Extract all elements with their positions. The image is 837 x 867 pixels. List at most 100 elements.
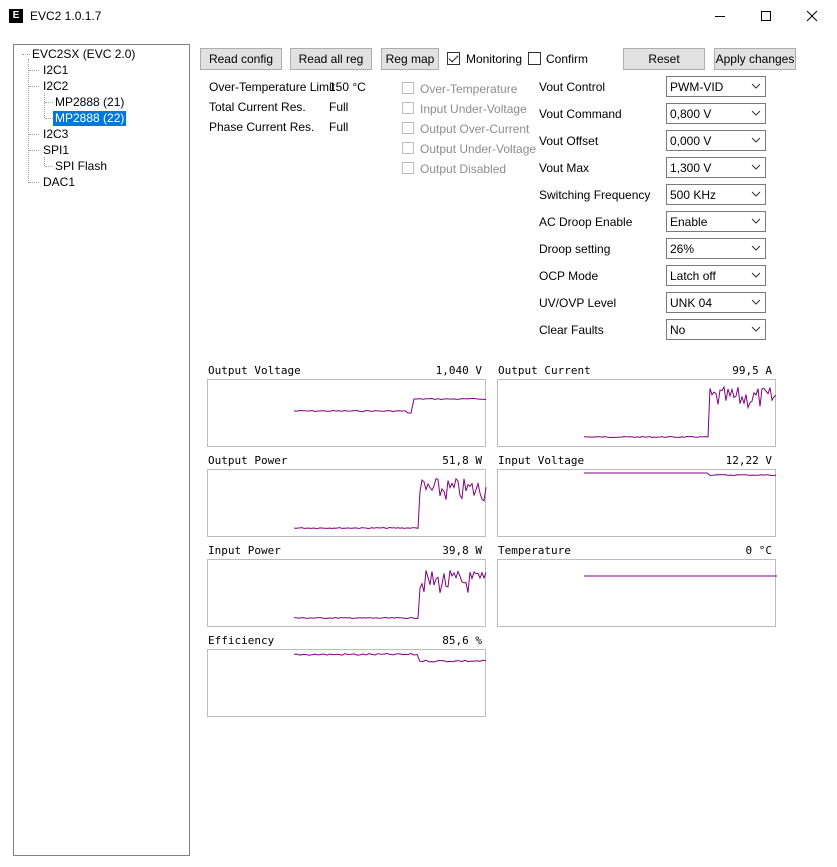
- output-current-graph-value: 99,5 A: [732, 364, 772, 377]
- title-bar: E EVC2 1.0.1.7: [0, 0, 837, 32]
- tree-item-i2c2[interactable]: I2C2: [41, 79, 70, 94]
- vout-command-label: Vout Command: [539, 107, 622, 121]
- ac-droop-enable-label: AC Droop Enable: [539, 215, 633, 229]
- tree-item-spi1[interactable]: SPI1: [41, 143, 71, 158]
- output-voltage-trace: [293, 397, 487, 414]
- input-voltage-graph: [497, 469, 777, 537]
- tree-item-evc2sx[interactable]: EVC2SX (EVC 2.0): [30, 47, 137, 62]
- input-under-voltage-label: Input Under-Voltage: [420, 102, 527, 116]
- minimize-icon: [715, 16, 725, 17]
- tree-connector: [28, 59, 29, 183]
- output-power-graph-value: 51,8 W: [442, 454, 482, 467]
- uv-ovp-level-value: UNK 04: [670, 296, 713, 310]
- switching-frequency-value: 500 KHz: [670, 188, 717, 202]
- uv-ovp-level-select[interactable]: UNK 04: [666, 292, 766, 313]
- tree-item-spi-flash[interactable]: SPI Flash: [53, 159, 109, 174]
- read-config-button[interactable]: Read config: [200, 48, 282, 70]
- info-value: Full: [329, 100, 349, 114]
- tree-item-mp2888-21[interactable]: MP2888 (21): [53, 95, 126, 110]
- chevron-down-icon: [751, 83, 761, 89]
- tree-connector: [45, 102, 53, 103]
- evc2-logo-icon: E: [9, 9, 23, 23]
- output-current-trace: [583, 385, 777, 439]
- droop-setting-label: Droop setting: [539, 242, 611, 256]
- tree-connector: [45, 118, 53, 119]
- output-under-voltage-checkbox: [402, 142, 414, 154]
- chevron-down-icon: [751, 272, 761, 278]
- tree-connector: [29, 182, 39, 183]
- read-all-reg-button[interactable]: Read all reg: [290, 48, 372, 70]
- vout-max-select[interactable]: 1,300 V: [666, 157, 766, 178]
- maximize-icon: [761, 11, 771, 21]
- input-voltage-trace: [584, 472, 777, 477]
- ac-droop-enable-value: Enable: [670, 215, 708, 229]
- input-power-graph: [207, 559, 487, 627]
- reg-map-button[interactable]: Reg map: [381, 48, 439, 70]
- efficiency-graph-canvas: [293, 652, 487, 663]
- output-power-graph-canvas: [293, 477, 487, 530]
- input-voltage-graph-title: Input Voltage: [498, 454, 585, 467]
- device-tree[interactable]: EVC2SX (EVC 2.0) I2C1 I2C2 MP2888 (21) M…: [13, 44, 190, 856]
- chevron-down-icon: [751, 110, 761, 116]
- clear-faults-label: Clear Faults: [539, 323, 604, 337]
- input-power-graph-value: 39,8 W: [442, 544, 482, 557]
- output-over-current-label: Output Over-Current: [420, 122, 530, 136]
- input-power-graph-canvas: [294, 569, 487, 620]
- switching-frequency-select[interactable]: 500 KHz: [666, 184, 766, 205]
- tree-item-mp2888-22[interactable]: MP2888 (22): [53, 111, 127, 126]
- clear-faults-select[interactable]: No: [666, 319, 766, 340]
- temperature-graph-title: Temperature: [498, 544, 571, 557]
- vout-control-value: PWM-VID: [670, 80, 724, 94]
- droop-setting-value: 26%: [670, 242, 695, 256]
- close-icon: [806, 10, 818, 22]
- droop-setting-select[interactable]: 26%: [666, 238, 766, 259]
- chevron-down-icon: [751, 245, 761, 251]
- tree-connector: [45, 166, 53, 167]
- tree-item-dac1[interactable]: DAC1: [41, 175, 77, 190]
- reset-button[interactable]: Reset: [623, 48, 705, 70]
- close-button[interactable]: [789, 0, 835, 32]
- over-temperature-checkbox: [402, 82, 414, 94]
- temperature-graph-canvas: [584, 575, 777, 577]
- chevron-down-icon: [751, 137, 761, 143]
- tree-connector: [44, 93, 45, 118]
- confirm-label: Confirm: [546, 52, 589, 66]
- output-voltage-graph-canvas: [293, 397, 487, 414]
- ocp-mode-select[interactable]: Latch off: [666, 265, 766, 286]
- confirm-checkbox[interactable]: [528, 52, 541, 65]
- input-power-graph-title: Input Power: [208, 544, 281, 557]
- efficiency-trace: [293, 652, 487, 663]
- vout-control-label: Vout Control: [539, 80, 606, 94]
- chevron-down-icon: [751, 326, 761, 332]
- tree-item-i2c3[interactable]: I2C3: [41, 127, 70, 142]
- output-under-voltage-label: Output Under-Voltage: [420, 142, 537, 156]
- maximize-button[interactable]: [743, 0, 789, 32]
- efficiency-graph-value: 85,6 %: [442, 634, 482, 647]
- info-label: Total Current Res.: [209, 100, 306, 114]
- info-value: Full: [329, 120, 349, 134]
- monitoring-checkbox[interactable]: [447, 52, 460, 65]
- info-value: 150 °C: [329, 80, 366, 94]
- ac-droop-enable-select[interactable]: Enable: [666, 211, 766, 232]
- info-label: Phase Current Res.: [209, 120, 315, 134]
- output-power-graph: [207, 469, 487, 537]
- apply-changes-button[interactable]: Apply changes: [714, 48, 796, 70]
- over-temperature-label: Over-Temperature: [420, 82, 518, 96]
- output-power-trace: [293, 477, 487, 530]
- output-current-graph-title: Output Current: [498, 364, 591, 377]
- minimize-button[interactable]: [697, 0, 743, 32]
- tree-item-i2c1[interactable]: I2C1: [41, 63, 70, 78]
- tree-connector: [29, 86, 39, 87]
- vout-max-label: Vout Max: [539, 161, 590, 175]
- vout-control-select[interactable]: PWM-VID: [666, 76, 766, 97]
- chevron-down-icon: [751, 218, 761, 224]
- output-power-graph-title: Output Power: [208, 454, 288, 467]
- output-voltage-graph-value: 1,040 V: [435, 364, 482, 377]
- vout-offset-select[interactable]: 0,000 V: [666, 130, 766, 151]
- efficiency-graph: [207, 649, 487, 717]
- output-voltage-graph-title: Output Voltage: [208, 364, 301, 377]
- vout-max-value: 1,300 V: [670, 161, 712, 175]
- input-under-voltage-checkbox: [402, 102, 414, 114]
- vout-command-select[interactable]: 0,800 V: [666, 103, 766, 124]
- chevron-down-icon: [751, 299, 761, 305]
